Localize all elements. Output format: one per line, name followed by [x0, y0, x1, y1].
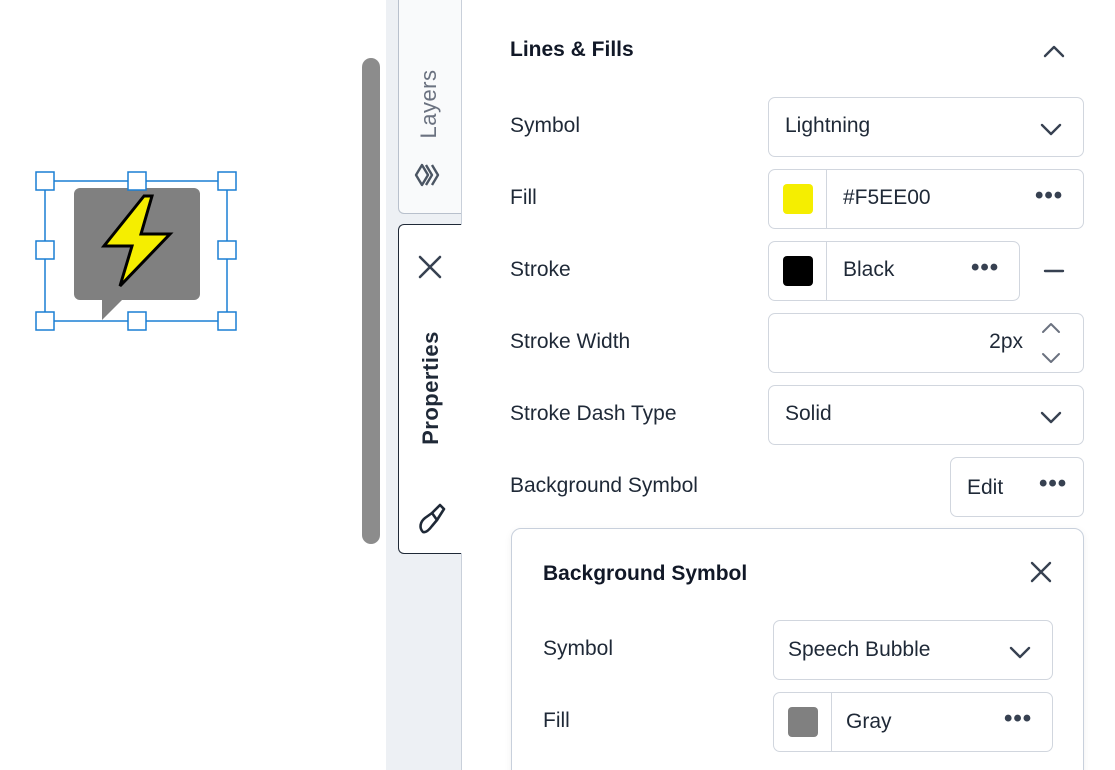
stroke-dash-value: Solid	[785, 402, 832, 425]
background-symbol-edit[interactable]: Edit •••	[950, 457, 1084, 517]
tab-layers-label: Layers	[416, 69, 441, 139]
popup-fill-value: Gray	[846, 710, 892, 733]
popup-symbol-label: Symbol	[543, 637, 614, 660]
close-icon[interactable]	[1028, 559, 1054, 585]
stroke-width-value: 2px	[989, 330, 1023, 353]
background-symbol-popup: Background Symbol Symbol Speech Bubble F…	[511, 528, 1084, 770]
canvas-drawing	[35, 171, 237, 331]
resize-handle-ne	[217, 171, 237, 191]
resize-handle-nw	[35, 171, 55, 191]
close-icon[interactable]	[416, 253, 444, 281]
design-canvas[interactable]	[0, 0, 386, 770]
stroke-label: Stroke	[510, 258, 571, 281]
stroke-dash-label: Stroke Dash Type	[510, 402, 677, 425]
paint-brush-icon	[419, 503, 446, 534]
stroke-width-label: Stroke Width	[510, 330, 631, 353]
stroke-color-field[interactable]: Black •••	[768, 241, 1020, 301]
symbol-value: Lightning	[785, 114, 871, 137]
symbol-select[interactable]: Lightning	[768, 97, 1084, 157]
resize-handle-sw	[35, 311, 55, 331]
vertical-scrollbar[interactable]	[362, 58, 380, 544]
background-symbol-label: Background Symbol	[510, 474, 698, 497]
increment-icon[interactable]	[1039, 318, 1063, 338]
fill-value: #F5EE00	[843, 186, 931, 209]
popup-fill-label: Fill	[543, 709, 570, 732]
resize-handle-s	[127, 311, 147, 331]
layers-icon	[414, 163, 440, 187]
stroke-width-input[interactable]: 2px	[768, 313, 1084, 373]
stroke-swatch-button[interactable]	[769, 242, 827, 300]
chevron-up-icon[interactable]	[1042, 40, 1066, 64]
chevron-down-icon	[1040, 123, 1062, 136]
tab-layers[interactable]: Layers	[398, 0, 462, 214]
fill-label: Fill	[510, 186, 537, 209]
popup-fill-swatch	[788, 707, 818, 737]
popup-symbol-value: Speech Bubble	[788, 638, 931, 661]
chevron-down-icon	[1040, 411, 1062, 424]
stroke-dash-select[interactable]: Solid	[768, 385, 1084, 445]
symbol-label: Symbol	[510, 114, 581, 137]
fill-swatch-button[interactable]	[769, 170, 827, 228]
more-options-icon[interactable]: •••	[1039, 470, 1067, 498]
stroke-value: Black	[843, 258, 895, 281]
resize-handle-n	[127, 171, 147, 191]
more-options-icon[interactable]: •••	[1035, 182, 1063, 210]
chevron-down-icon	[1009, 646, 1031, 659]
side-tab-strip: Layers Properties	[386, 0, 462, 770]
popup-fill-field[interactable]: Gray •••	[773, 692, 1053, 752]
resize-handle-se	[217, 311, 237, 331]
more-options-icon[interactable]: •••	[971, 254, 999, 282]
tab-properties[interactable]: Properties	[398, 224, 462, 554]
resize-handle-e	[217, 240, 237, 260]
popup-symbol-select[interactable]: Speech Bubble	[773, 620, 1053, 680]
resize-handle-w	[35, 240, 55, 260]
edit-button[interactable]: Edit	[967, 476, 1003, 500]
tab-properties-label: Properties	[418, 331, 443, 445]
popup-title: Background Symbol	[543, 562, 748, 585]
decrement-icon[interactable]	[1039, 348, 1063, 368]
remove-stroke-icon[interactable]	[1042, 259, 1066, 283]
section-title: Lines & Fills	[510, 38, 634, 61]
fill-color-field[interactable]: #F5EE00 •••	[768, 169, 1084, 229]
properties-panel: Lines & Fills Symbol Lightning Fill #F5E…	[462, 0, 1115, 770]
stroke-swatch	[783, 256, 813, 286]
popup-fill-swatch-button[interactable]	[774, 693, 832, 751]
fill-swatch	[783, 184, 813, 214]
more-options-icon[interactable]: •••	[1004, 705, 1032, 733]
